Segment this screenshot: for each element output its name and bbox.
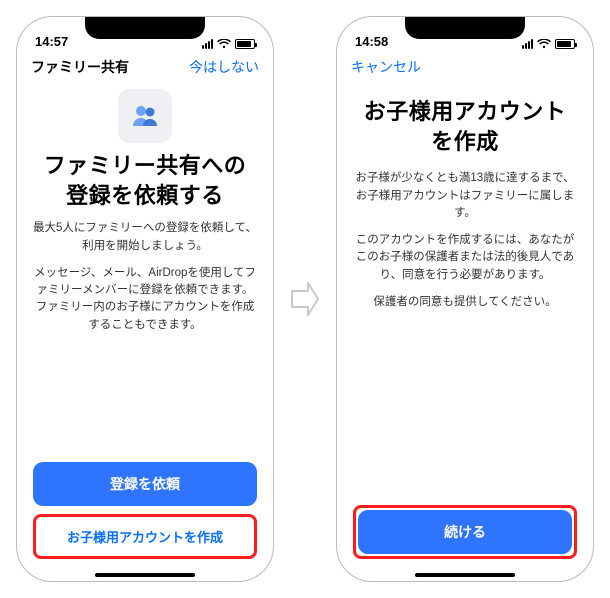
content-area: お子様用アカウントを作成 お子様が少なくとも満13歳に達するまで、お子様用アカウ…: [337, 83, 593, 581]
phone-screen-1: 14:57 ファミリー共有 今はしない ファミリー共有への登録を依頼する 最大5…: [16, 16, 274, 582]
bottom-actions: 登録を依頼 お子様用アカウントを作成: [33, 462, 257, 581]
paragraph-3: 保護者の同意も提供してください。: [353, 294, 577, 311]
cancel-link[interactable]: キャンセル: [351, 57, 421, 77]
page-title: お子様用アカウントを作成: [353, 97, 577, 156]
status-icons: [522, 39, 575, 49]
paragraph-1: 最大5人にファミリーへの登録を依頼して、利用を開始しましょう。: [33, 220, 257, 255]
home-indicator[interactable]: [415, 573, 515, 577]
phone-screen-2: 14:58 キャンセル お子様用アカウントを作成 お子様が少なくとも満13歳に達…: [336, 16, 594, 582]
nav-title: ファミリー共有: [31, 57, 129, 77]
battery-icon: [555, 39, 575, 49]
request-invite-button[interactable]: 登録を依頼: [33, 462, 257, 506]
signal-icon: [522, 39, 533, 49]
wifi-icon: [537, 39, 551, 49]
family-icon: [118, 89, 172, 143]
home-indicator[interactable]: [95, 573, 195, 577]
notch: [85, 17, 205, 39]
arrow-icon: [290, 279, 320, 319]
highlight-box: 続ける: [353, 505, 577, 559]
signal-icon: [202, 39, 213, 49]
create-child-account-link[interactable]: お子様用アカウントを作成: [38, 519, 252, 554]
notch: [405, 17, 525, 39]
content-area: ファミリー共有への登録を依頼する 最大5人にファミリーへの登録を依頼して、利用を…: [17, 83, 273, 581]
page-title: ファミリー共有への登録を依頼する: [33, 151, 257, 210]
battery-icon: [235, 39, 255, 49]
nav-skip-link[interactable]: 今はしない: [189, 57, 259, 77]
continue-button[interactable]: 続ける: [358, 510, 572, 554]
paragraph-2: このアカウントを作成するには、あなたがこのお子様の保護者または法的後見人であり、…: [353, 232, 577, 284]
highlight-box: お子様用アカウントを作成: [33, 514, 257, 559]
bottom-actions: 続ける: [353, 505, 577, 581]
paragraph-1: お子様が少なくとも満13歳に達するまで、お子様用アカウントはファミリーに属します…: [353, 170, 577, 222]
clock: 14:58: [355, 34, 388, 49]
nav-bar: キャンセル: [337, 51, 593, 83]
status-icons: [202, 39, 255, 49]
wifi-icon: [217, 39, 231, 49]
clock: 14:57: [35, 34, 68, 49]
nav-bar: ファミリー共有 今はしない: [17, 51, 273, 83]
paragraph-2: メッセージ、メール、AirDropを使用してファミリーメンバーに登録を依頼できま…: [33, 265, 257, 334]
